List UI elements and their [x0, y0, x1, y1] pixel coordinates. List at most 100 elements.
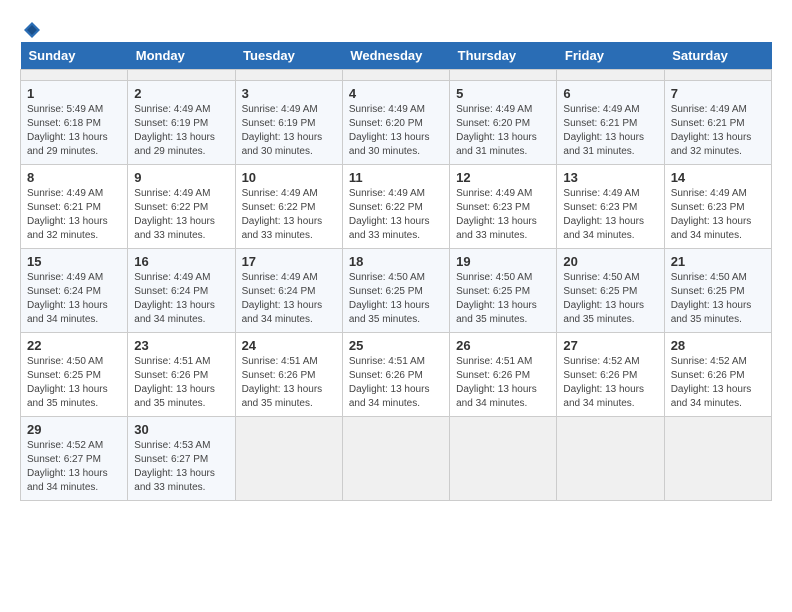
day-info: Sunrise: 4:51 AMSunset: 6:26 PMDaylight:…	[349, 355, 443, 411]
page-header	[20, 20, 772, 32]
day-number: 13	[563, 170, 657, 185]
day-number: 2	[134, 86, 228, 101]
day-info: Sunrise: 4:52 AMSunset: 6:26 PMDaylight:…	[671, 355, 765, 411]
calendar-cell: 29 Sunrise: 4:52 AMSunset: 6:27 PMDayligh…	[21, 417, 128, 501]
calendar-cell: 22 Sunrise: 4:50 AMSunset: 6:25 PMDayligh…	[21, 333, 128, 417]
calendar-cell: 4 Sunrise: 4:49 AMSunset: 6:20 PMDaylight…	[342, 81, 449, 165]
day-info: Sunrise: 4:49 AMSunset: 6:23 PMDaylight:…	[456, 187, 550, 243]
calendar-cell: 26 Sunrise: 4:51 AMSunset: 6:26 PMDayligh…	[450, 333, 557, 417]
day-number: 20	[563, 254, 657, 269]
calendar-cell: 21Sunrise: 4:50 AMSunset: 6:25 PMDayligh…	[664, 249, 771, 333]
calendar-header-row: SundayMondayTuesdayWednesdayThursdayFrid…	[21, 42, 772, 70]
week-row-2: 8Sunrise: 4:49 AMSunset: 6:21 PMDaylight…	[21, 165, 772, 249]
calendar-cell: 30 Sunrise: 4:53 AMSunset: 6:27 PMDayligh…	[128, 417, 235, 501]
header-tuesday: Tuesday	[235, 42, 342, 70]
day-info: Sunrise: 4:49 AMSunset: 6:23 PMDaylight:…	[563, 187, 657, 243]
calendar-cell: 9 Sunrise: 4:49 AMSunset: 6:22 PMDaylight…	[128, 165, 235, 249]
day-number: 30	[134, 422, 228, 437]
day-number: 23	[134, 338, 228, 353]
day-info: Sunrise: 4:49 AMSunset: 6:22 PMDaylight:…	[242, 187, 336, 243]
calendar-cell	[557, 417, 664, 501]
day-number: 25	[349, 338, 443, 353]
day-number: 1	[27, 86, 121, 101]
day-number: 29	[27, 422, 121, 437]
calendar-cell: 2 Sunrise: 4:49 AMSunset: 6:19 PMDaylight…	[128, 81, 235, 165]
day-number: 28	[671, 338, 765, 353]
logo-icon	[22, 20, 42, 40]
day-info: Sunrise: 4:53 AMSunset: 6:27 PMDaylight:…	[134, 439, 228, 495]
calendar-cell: 19Sunrise: 4:50 AMSunset: 6:25 PMDayligh…	[450, 249, 557, 333]
calendar-cell	[664, 417, 771, 501]
day-info: Sunrise: 5:49 AMSunset: 6:18 PMDaylight:…	[27, 103, 121, 159]
day-number: 4	[349, 86, 443, 101]
calendar-cell	[128, 70, 235, 81]
day-number: 24	[242, 338, 336, 353]
day-info: Sunrise: 4:49 AMSunset: 6:19 PMDaylight:…	[134, 103, 228, 159]
calendar-cell	[450, 417, 557, 501]
day-number: 8	[27, 170, 121, 185]
day-info: Sunrise: 4:52 AMSunset: 6:27 PMDaylight:…	[27, 439, 121, 495]
calendar-cell: 24 Sunrise: 4:51 AMSunset: 6:26 PMDayligh…	[235, 333, 342, 417]
week-row-5: 29 Sunrise: 4:52 AMSunset: 6:27 PMDayligh…	[21, 417, 772, 501]
day-number: 27	[563, 338, 657, 353]
calendar-cell	[235, 417, 342, 501]
day-number: 9	[134, 170, 228, 185]
day-number: 22	[27, 338, 121, 353]
day-number: 6	[563, 86, 657, 101]
day-number: 12	[456, 170, 550, 185]
calendar-cell	[342, 417, 449, 501]
calendar-cell: 6 Sunrise: 4:49 AMSunset: 6:21 PMDaylight…	[557, 81, 664, 165]
calendar-cell	[450, 70, 557, 81]
calendar-table: SundayMondayTuesdayWednesdayThursdayFrid…	[20, 42, 772, 501]
day-info: Sunrise: 4:49 AMSunset: 6:24 PMDaylight:…	[134, 271, 228, 327]
calendar-cell: 16Sunrise: 4:49 AMSunset: 6:24 PMDayligh…	[128, 249, 235, 333]
calendar-cell	[557, 70, 664, 81]
header-sunday: Sunday	[21, 42, 128, 70]
day-number: 26	[456, 338, 550, 353]
calendar-cell: 7Sunrise: 4:49 AMSunset: 6:21 PMDaylight…	[664, 81, 771, 165]
calendar-cell: 18Sunrise: 4:50 AMSunset: 6:25 PMDayligh…	[342, 249, 449, 333]
day-info: Sunrise: 4:49 AMSunset: 6:22 PMDaylight:…	[134, 187, 228, 243]
calendar-cell: 15Sunrise: 4:49 AMSunset: 6:24 PMDayligh…	[21, 249, 128, 333]
day-info: Sunrise: 4:50 AMSunset: 6:25 PMDaylight:…	[27, 355, 121, 411]
day-number: 3	[242, 86, 336, 101]
day-number: 14	[671, 170, 765, 185]
day-number: 10	[242, 170, 336, 185]
day-number: 17	[242, 254, 336, 269]
header-friday: Friday	[557, 42, 664, 70]
calendar-cell	[342, 70, 449, 81]
calendar-cell: 5Sunrise: 4:49 AMSunset: 6:20 PMDaylight…	[450, 81, 557, 165]
day-info: Sunrise: 4:49 AMSunset: 6:22 PMDaylight:…	[349, 187, 443, 243]
calendar-cell: 13 Sunrise: 4:49 AMSunset: 6:23 PMDayligh…	[557, 165, 664, 249]
calendar-cell	[235, 70, 342, 81]
calendar-cell: 8Sunrise: 4:49 AMSunset: 6:21 PMDaylight…	[21, 165, 128, 249]
calendar-cell: 23 Sunrise: 4:51 AMSunset: 6:26 PMDayligh…	[128, 333, 235, 417]
header-wednesday: Wednesday	[342, 42, 449, 70]
day-number: 18	[349, 254, 443, 269]
day-info: Sunrise: 4:51 AMSunset: 6:26 PMDaylight:…	[456, 355, 550, 411]
calendar-cell: 12 Sunrise: 4:49 AMSunset: 6:23 PMDayligh…	[450, 165, 557, 249]
day-info: Sunrise: 4:49 AMSunset: 6:21 PMDaylight:…	[671, 103, 765, 159]
calendar-cell	[21, 70, 128, 81]
header-monday: Monday	[128, 42, 235, 70]
calendar-cell: 28 Sunrise: 4:52 AMSunset: 6:26 PMDayligh…	[664, 333, 771, 417]
day-info: Sunrise: 4:51 AMSunset: 6:26 PMDaylight:…	[242, 355, 336, 411]
day-info: Sunrise: 4:49 AMSunset: 6:20 PMDaylight:…	[349, 103, 443, 159]
day-number: 19	[456, 254, 550, 269]
day-info: Sunrise: 4:49 AMSunset: 6:24 PMDaylight:…	[242, 271, 336, 327]
day-number: 11	[349, 170, 443, 185]
day-info: Sunrise: 4:49 AMSunset: 6:20 PMDaylight:…	[456, 103, 550, 159]
day-info: Sunrise: 4:50 AMSunset: 6:25 PMDaylight:…	[563, 271, 657, 327]
day-info: Sunrise: 4:49 AMSunset: 6:21 PMDaylight:…	[563, 103, 657, 159]
calendar-cell: 10 Sunrise: 4:49 AMSunset: 6:22 PMDayligh…	[235, 165, 342, 249]
day-info: Sunrise: 4:49 AMSunset: 6:24 PMDaylight:…	[27, 271, 121, 327]
day-info: Sunrise: 4:51 AMSunset: 6:26 PMDaylight:…	[134, 355, 228, 411]
week-row-0	[21, 70, 772, 81]
header-thursday: Thursday	[450, 42, 557, 70]
week-row-1: 1 Sunrise: 5:49 AMSunset: 6:18 PMDaylight…	[21, 81, 772, 165]
calendar-cell: 20 Sunrise: 4:50 AMSunset: 6:25 PMDayligh…	[557, 249, 664, 333]
header-saturday: Saturday	[664, 42, 771, 70]
calendar-cell: 25 Sunrise: 4:51 AMSunset: 6:26 PMDayligh…	[342, 333, 449, 417]
day-info: Sunrise: 4:50 AMSunset: 6:25 PMDaylight:…	[671, 271, 765, 327]
week-row-3: 15Sunrise: 4:49 AMSunset: 6:24 PMDayligh…	[21, 249, 772, 333]
